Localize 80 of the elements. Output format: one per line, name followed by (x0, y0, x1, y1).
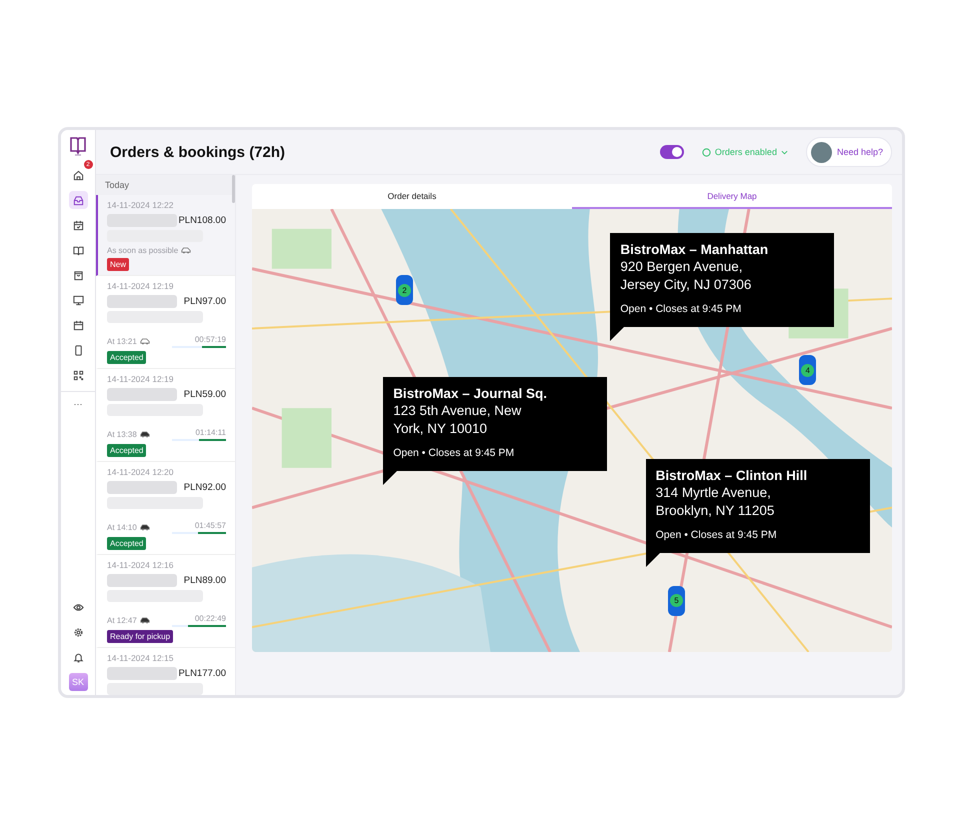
countdown-timer: 01:45:57 (194, 520, 226, 530)
countdown-timer: 00:22:49 (194, 614, 226, 622)
car-marker[interactable]: 2 (396, 275, 413, 306)
car-marker[interactable]: 5 (668, 586, 685, 616)
opening-hours: Open • Closes at 9:45 PM (393, 447, 516, 460)
inbox-icon (72, 194, 84, 206)
eye-icon (72, 602, 84, 612)
order-card[interactable]: 14-11-2024 12:22 PLN108.00 As soon as possible New (96, 195, 235, 276)
status-tag: Ready for pickup (107, 630, 174, 643)
delivery-time: At 12:47 (107, 616, 137, 624)
book-logo-icon (69, 135, 87, 157)
status-tag: New (107, 258, 130, 271)
redacted-text (107, 480, 177, 494)
order-card[interactable]: 14-11-2024 12:16 PLN89.00 At 12:47 00:22:49 Ready for pickup (96, 555, 235, 648)
order-card[interactable]: 14-11-2024 12:15 PLN177.00 (96, 648, 235, 695)
home-icon (72, 170, 84, 180)
order-date: 14-11-2024 12:19 (107, 374, 174, 384)
car-icon (181, 246, 192, 254)
location-address: 123 5th Avenue, New (393, 402, 522, 420)
phone-icon (72, 344, 84, 356)
opening-hours: Open • Closes at 9:45 PM (656, 529, 778, 542)
order-price: PLN92.00 (184, 482, 226, 492)
bag-icon (72, 270, 84, 280)
orders-toggle[interactable] (660, 145, 684, 159)
book-icon (72, 244, 84, 256)
redacted-text (107, 574, 177, 586)
delivery-time: At 14:10 (107, 522, 137, 532)
order-card[interactable]: 14-11-2024 12:19 PLN59.00 At 13:38 01:14:11 Accepted (96, 369, 235, 462)
countdown-timer: 00:57:19 (194, 334, 226, 344)
car-marker[interactable]: 4 (799, 355, 816, 386)
more-button[interactable]: ··· (74, 399, 82, 409)
nav-button[interactable] (68, 191, 88, 209)
car-icon (140, 430, 150, 438)
location-name: BistroMax – Manhattan (620, 242, 770, 258)
order-price: PLN89.00 (184, 574, 226, 586)
location-address: Brooklyn, NY 11205 (656, 502, 776, 520)
order-date: 14-11-2024 12:16 (107, 560, 174, 570)
location-address: 920 Bergen Avenue, (620, 258, 744, 276)
status-tag: Accepted (107, 444, 146, 457)
redacted-text (107, 666, 177, 680)
order-price: PLN177.00 (178, 668, 226, 678)
order-date: 14-11-2024 12:20 (107, 467, 174, 477)
location-name: BistroMax – Journal Sq. (393, 386, 548, 402)
delivery-time: At 13:21 (107, 336, 137, 346)
settings-icon (72, 626, 84, 638)
location-address: Jersey City, NJ 07306 (620, 276, 752, 294)
car-icon (140, 524, 150, 530)
help-button[interactable]: Need help? (806, 137, 892, 167)
countdown-timer: 01:14:11 (195, 428, 226, 436)
calendar-icon (72, 320, 84, 330)
order-price: PLN59.00 (184, 388, 226, 400)
delivery-time: At 13:38 (107, 430, 137, 438)
redacted-text (107, 388, 177, 400)
order-date: 14-11-2024 12:22 (107, 200, 174, 210)
status-tag: Accepted (107, 537, 146, 550)
qr-code-icon (72, 370, 84, 380)
location-address: 314 Myrtle Avenue, (656, 484, 772, 502)
monitor-icon (72, 294, 84, 306)
status-tag: Accepted (107, 351, 146, 364)
scrollbar-thumb[interactable] (232, 175, 235, 203)
group-header: Today (96, 175, 235, 195)
circle-icon (702, 148, 711, 156)
location-name: BistroMax – Clinton Hill (656, 468, 808, 484)
chevron-down-icon (780, 150, 788, 154)
location-address: York, NY 10010 (393, 420, 488, 438)
order-date: 14-11-2024 12:15 (107, 653, 174, 663)
car-icon (140, 616, 150, 624)
delivery-time: As soon as possible (107, 246, 178, 254)
support-avatar (810, 142, 832, 162)
calendar-check-icon (72, 220, 84, 230)
bell-icon (72, 652, 84, 662)
opening-hours: Open • Closes at 9:45 PM (620, 303, 742, 316)
order-card[interactable]: 14-11-2024 12:19 PLN97.00 At 13:21 00:57:19 Accepted (96, 276, 235, 369)
order-date: 14-11-2024 12:19 (107, 281, 174, 291)
car-icon (140, 338, 150, 344)
page-title: Orders & bookings (72h) (110, 144, 286, 160)
redacted-text (107, 294, 177, 308)
order-price: PLN108.00 (178, 214, 226, 226)
order-card[interactable]: 14-11-2024 12:20 PLN92.00 At 14:10 01:45:57 Accepted (96, 462, 235, 555)
order-price: PLN97.00 (184, 296, 226, 306)
